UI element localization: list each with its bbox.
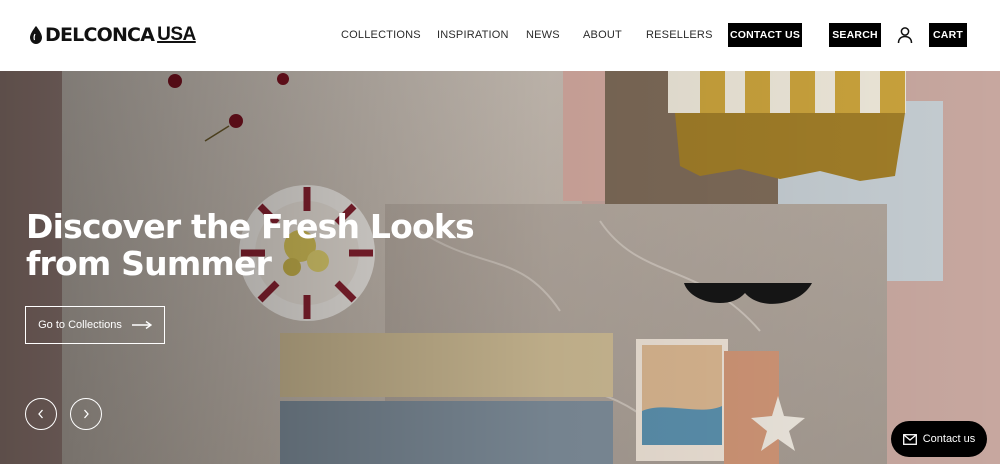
go-to-collections-button[interactable]: Go to Collections: [25, 306, 165, 344]
contact-us-chat-button[interactable]: Contact us: [891, 421, 987, 457]
chevron-left-icon: [38, 409, 43, 419]
nav-news[interactable]: NEWS: [526, 28, 560, 42]
nav-collections[interactable]: COLLECTIONS: [341, 28, 421, 42]
slider-next-button[interactable]: [70, 398, 102, 430]
slider-prev-button[interactable]: [25, 398, 57, 430]
hero-cta-label: Go to Collections: [38, 319, 122, 331]
contact-us-button[interactable]: CONTACT US: [728, 23, 802, 47]
arrow-right-icon: [131, 321, 152, 329]
hero-banner: Discover the Fresh Looks from Summer Go …: [0, 71, 1000, 464]
hero-title: Discover the Fresh Looks from Summer: [26, 207, 475, 283]
chevron-right-icon: [84, 409, 89, 419]
cart-button[interactable]: CART: [929, 23, 967, 47]
nav-inspiration[interactable]: INSPIRATION: [437, 28, 509, 42]
user-icon[interactable]: [896, 26, 914, 44]
chat-label: Contact us: [922, 433, 976, 445]
mail-icon: [902, 433, 917, 445]
nav-resellers[interactable]: RESELLERS: [646, 28, 713, 42]
search-button[interactable]: SEARCH: [829, 23, 881, 47]
site-header: DELCONCA USA COLLECTIONS INSPIRATION NEW…: [0, 0, 1000, 71]
nav-about[interactable]: ABOUT: [583, 28, 622, 42]
